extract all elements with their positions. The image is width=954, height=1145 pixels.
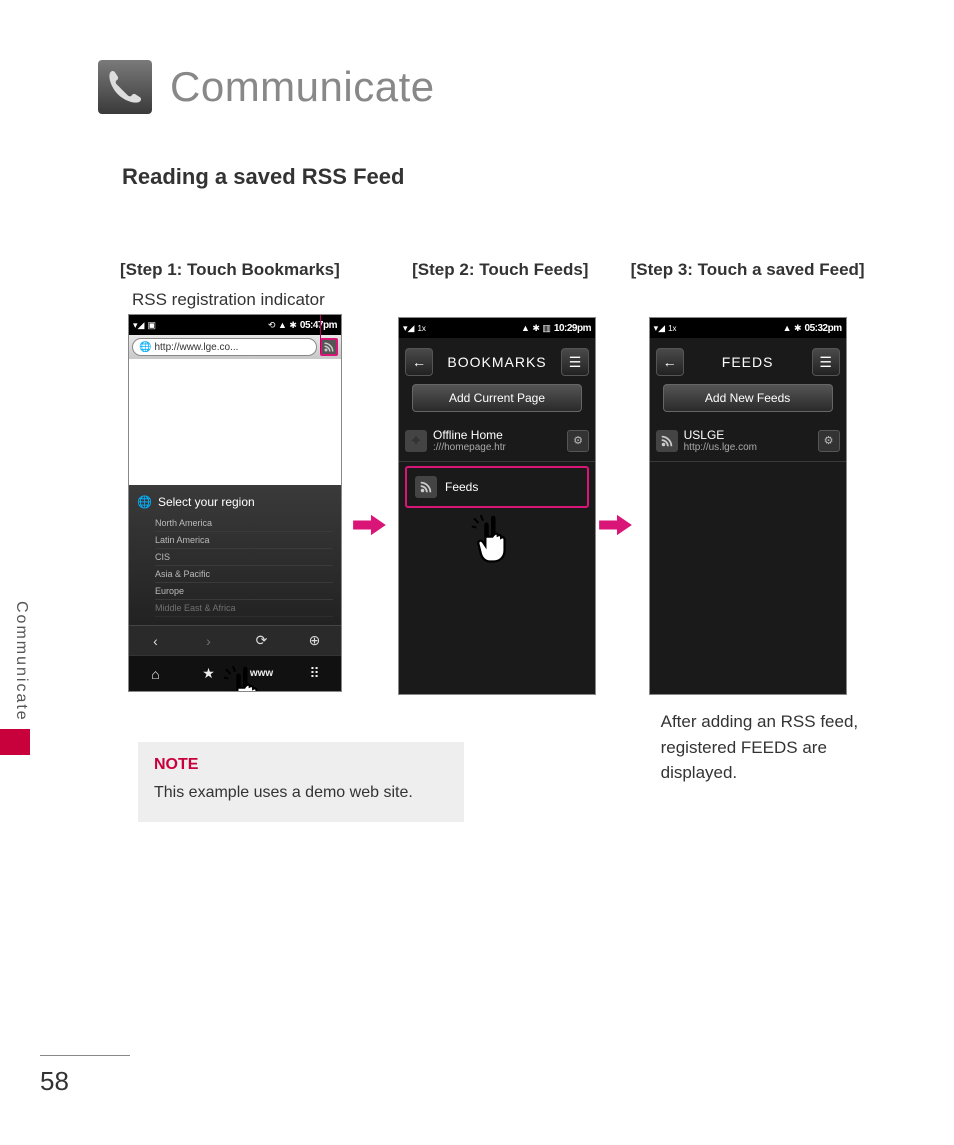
home-icon[interactable]: ⌂: [136, 666, 176, 682]
step-1-screenshot: ▾◢ ▣ ⟲ ▲ ✱ 05:47pm 🌐 http://www.lge.co..…: [128, 314, 342, 692]
chapter-title-row: Communicate: [98, 60, 880, 114]
list-view-icon[interactable]: ☰: [561, 348, 589, 376]
arrow-right-icon: [352, 510, 390, 540]
rss-indicator-icon[interactable]: [320, 338, 338, 356]
step-2-screenshot: ▾◢ 1x ▲ ✱ ▥ 10:29pm ← BOOKMARKS ☰ Add Cu…: [398, 317, 596, 695]
feed-item[interactable]: USLGE http://us.lge.com ⚙: [650, 420, 846, 462]
bookmark-title: Offline Home: [433, 428, 561, 442]
footer-divider: [40, 1055, 130, 1056]
signal-icon: ▾◢: [403, 323, 414, 334]
step-1-title: [Step 1: Touch Bookmarks]: [120, 260, 380, 280]
status-bar: ▾◢ ▣ ⟲ ▲ ✱ 05:47pm: [129, 315, 341, 335]
webpage-blank-area: [129, 359, 341, 485]
back-button[interactable]: ←: [656, 348, 684, 376]
bookmarks-header: ← BOOKMARKS ☰: [399, 344, 595, 380]
add-new-feeds-button[interactable]: Add New Feeds: [663, 384, 833, 412]
bookmark-star-icon: ✦: [405, 430, 427, 452]
region-item[interactable]: Asia & Pacific: [155, 566, 333, 583]
refresh-icon[interactable]: ⟳: [246, 632, 278, 649]
step-1-column: [Step 1: Touch Bookmarks] RSS registrati…: [120, 260, 380, 822]
step-3-screenshot: ▾◢ 1x ▲ ✱ 05:32pm ← FEEDS ☰ Add New Feed…: [649, 317, 847, 695]
zoom-icon[interactable]: ⊕: [299, 632, 331, 649]
status-icons: ⟲ ▲ ✱: [268, 320, 297, 331]
browser-nav-bar: ‹ › ⟳ ⊕: [129, 625, 341, 655]
step-3-title: [Step 3: Touch a saved Feed]: [631, 260, 880, 280]
status-time: 05:32pm: [805, 323, 842, 334]
status-bar: ▾◢ 1x ▲ ✱ ▥ 10:29pm: [399, 318, 595, 338]
region-item[interactable]: North America: [155, 515, 333, 532]
back-button[interactable]: ←: [405, 348, 433, 376]
chapter-title: Communicate: [170, 63, 435, 111]
status-time: 05:47pm: [300, 320, 337, 331]
section-title: Reading a saved RSS Feed: [122, 164, 880, 190]
feed-title: USLGE: [684, 428, 812, 442]
bookmark-item[interactable]: ✦ Offline Home :///homepage.htr ⚙: [399, 420, 595, 462]
browser-url-bar[interactable]: 🌐 http://www.lge.co...: [129, 335, 341, 359]
region-item[interactable]: CIS: [155, 549, 333, 566]
page-footer: 58: [40, 1055, 130, 1097]
menu-icon[interactable]: ⠿: [295, 665, 335, 682]
feeds-rss-icon: [415, 476, 437, 498]
carrier-icon: ▣: [147, 320, 156, 331]
arrow-right-icon: [598, 510, 636, 540]
signal-icon: ▾◢: [654, 323, 665, 334]
page-number: 58: [40, 1066, 130, 1097]
carrier-icon: 1x: [417, 324, 425, 333]
add-current-page-button[interactable]: Add Current Page: [412, 384, 582, 412]
bookmark-url: :///homepage.htr: [433, 442, 561, 453]
gear-icon[interactable]: ⚙: [567, 430, 589, 452]
region-item[interactable]: Europe: [155, 583, 333, 600]
list-view-icon[interactable]: ☰: [812, 348, 840, 376]
header-title: BOOKMARKS: [447, 354, 546, 370]
status-icons: ▲ ✱ ▥: [521, 323, 551, 334]
touch-hand-icon: [219, 665, 267, 692]
feeds-label: Feeds: [445, 480, 579, 494]
step-2-column: [Step 2: Touch Feeds] ▾◢ 1x ▲ ✱ ▥ 10:29p…: [390, 260, 611, 822]
status-icons: ▲ ✱: [783, 323, 802, 334]
back-icon[interactable]: ‹: [140, 633, 172, 649]
phone-icon: [98, 60, 152, 114]
status-bar: ▾◢ 1x ▲ ✱ 05:32pm: [650, 318, 846, 338]
step-3-caption: After adding an RSS feed, registered FEE…: [661, 709, 871, 786]
region-item[interactable]: Latin America: [155, 532, 333, 549]
signal-icon: ▾◢: [133, 320, 144, 331]
globe-icon: 🌐: [139, 342, 151, 353]
url-field[interactable]: 🌐 http://www.lge.co...: [132, 338, 317, 356]
region-header-text: Select your region: [158, 495, 255, 509]
carrier-icon: 1x: [668, 324, 676, 333]
touch-hand-icon: [467, 514, 515, 566]
header-title: FEEDS: [722, 354, 774, 370]
globe-icon: 🌐: [137, 495, 152, 509]
region-selector-panel: 🌐 Select your region North America Latin…: [129, 485, 341, 625]
url-text: http://www.lge.co...: [154, 342, 238, 353]
indicator-callout-line: [320, 315, 321, 353]
step-3-column: [Step 3: Touch a saved Feed] ▾◢ 1x ▲ ✱ 0…: [631, 260, 880, 822]
rss-icon: [656, 430, 678, 452]
step-2-title: [Step 2: Touch Feeds]: [390, 260, 611, 280]
status-time: 10:29pm: [554, 323, 591, 334]
rss-indicator-label: RSS registration indicator: [132, 290, 380, 310]
region-header: 🌐 Select your region: [137, 495, 333, 509]
feeds-item[interactable]: Feeds: [405, 466, 589, 508]
feeds-header: ← FEEDS ☰: [650, 344, 846, 380]
gear-icon[interactable]: ⚙: [818, 430, 840, 452]
forward-icon[interactable]: ›: [193, 633, 225, 649]
feed-url: http://us.lge.com: [684, 442, 812, 453]
region-item[interactable]: Middle East & Africa: [155, 600, 333, 617]
